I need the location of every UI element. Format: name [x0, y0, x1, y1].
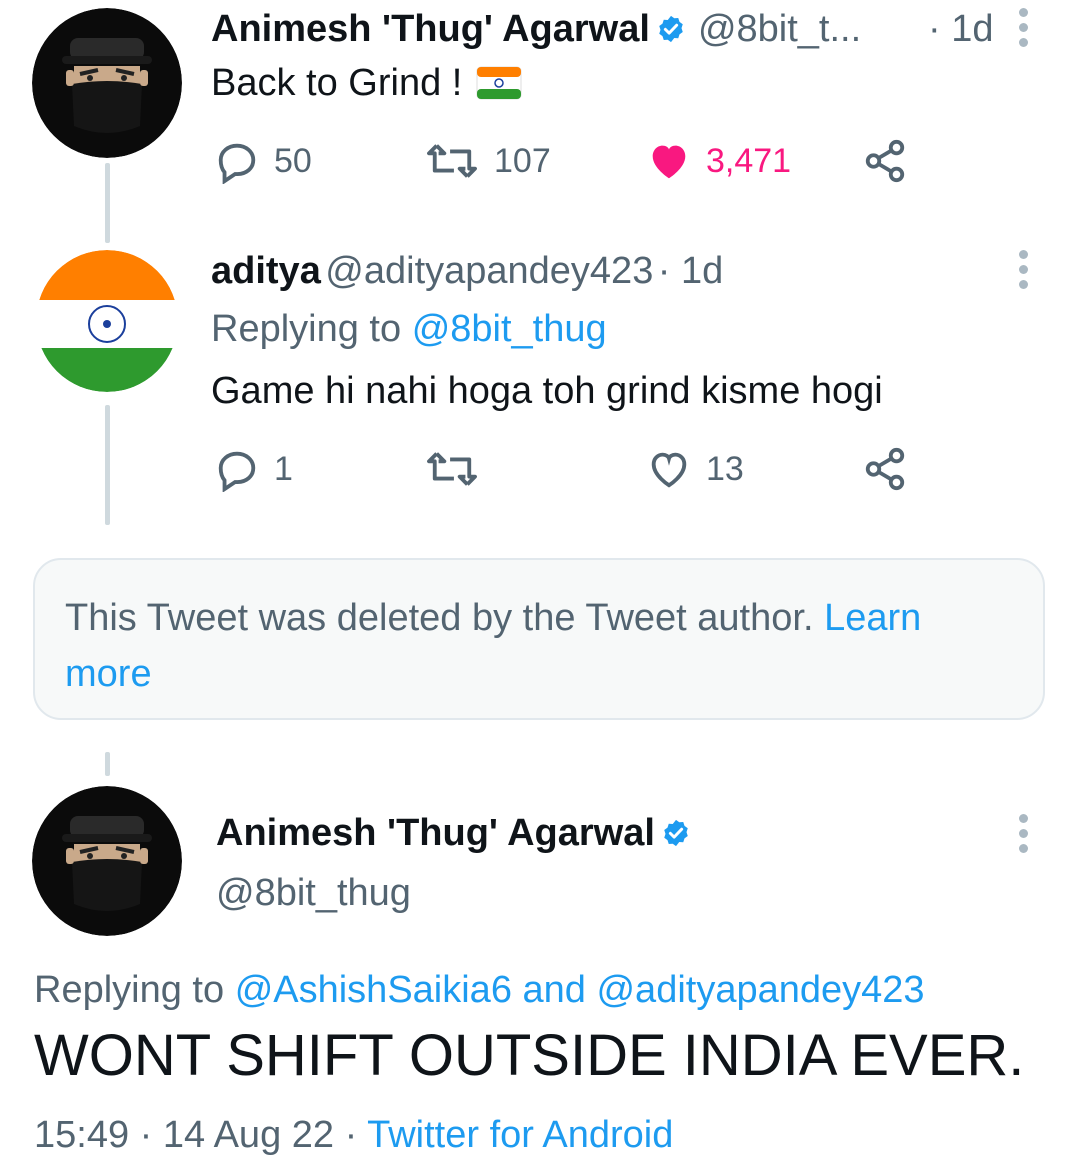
reply-button[interactable]: 1 [214, 446, 293, 492]
heart-icon [651, 452, 687, 488]
verified-badge-icon [659, 15, 683, 43]
replying-to: Replying to @AshishSaikia6 and @adityapa… [34, 969, 925, 1011]
share-icon [865, 447, 905, 491]
tweet-timestamp: 15:49 · 14 Aug 22 · Twitter for Android [34, 1114, 674, 1156]
reply-count: 1 [274, 449, 293, 488]
tweet-text: Back to Grind ! [211, 60, 522, 106]
retweet-icon [427, 144, 477, 178]
learn-more-link[interactable]: more [65, 653, 152, 695]
display-name[interactable]: aditya [211, 250, 321, 292]
avatar-thug-icon [32, 8, 182, 158]
retweet-button[interactable] [424, 446, 494, 492]
retweet-icon [427, 452, 477, 486]
tweet-header: Animesh 'Thug' Agarwal @8bit_t... [211, 6, 861, 52]
share-icon [865, 139, 905, 183]
share-button[interactable] [862, 446, 908, 497]
timestamp[interactable]: · 1d [928, 6, 993, 52]
deleted-tweet-notice: This Tweet was deleted by the Tweet auth… [33, 558, 1045, 720]
heart-filled-icon [652, 145, 686, 179]
retweet-button[interactable]: 107 [424, 138, 551, 184]
tweet-header: aditya @adityapandey423 · 1d [211, 248, 723, 302]
thread-line [105, 405, 110, 525]
reply-count: 50 [274, 141, 312, 180]
deleted-notice-text: This Tweet was deleted by the Tweet auth… [65, 597, 814, 639]
handle[interactable]: @adityapandey423 [325, 250, 653, 292]
tweet-text: WONT SHIFT OUTSIDE INDIA EVER. [34, 1023, 1025, 1088]
retweet-count: 107 [494, 141, 551, 180]
avatar[interactable] [32, 786, 182, 936]
tweet-text: Game hi nahi hoga toh grind kisme hogi [211, 370, 883, 412]
like-count: 13 [706, 449, 744, 488]
display-name[interactable]: Animesh 'Thug' Agarwal [211, 8, 650, 51]
handle[interactable]: @8bit_t... [698, 8, 861, 51]
tweet-header: Animesh 'Thug' Agarwal [216, 810, 691, 856]
learn-more-link[interactable]: Learn [824, 597, 921, 639]
mention-link[interactable]: @AshishSaikia6 [235, 969, 512, 1011]
mention-link[interactable]: @adityapandey423 [596, 969, 924, 1011]
thread-line [105, 752, 110, 776]
verified-badge-icon [664, 819, 688, 847]
like-button[interactable]: 3,471 [646, 138, 791, 184]
timestamp[interactable]: · 1d [658, 250, 723, 292]
display-name[interactable]: Animesh 'Thug' Agarwal [216, 812, 655, 855]
reply-icon [218, 451, 256, 492]
reply-button[interactable]: 50 [214, 138, 312, 184]
india-flag-icon [476, 66, 522, 100]
avatar[interactable] [32, 8, 182, 158]
avatar-thug-icon [32, 786, 182, 936]
like-count: 3,471 [706, 141, 792, 180]
replying-to: Replying to @8bit_thug [211, 308, 607, 350]
more-options-icon[interactable] [1019, 8, 1029, 47]
like-button[interactable]: 13 [646, 446, 744, 492]
share-button[interactable] [862, 138, 908, 189]
reply-icon [218, 143, 256, 184]
thread-line [105, 163, 110, 243]
mention-link[interactable]: @8bit_thug [412, 308, 607, 350]
india-flag-avatar-icon [36, 250, 178, 392]
tweet-source-link[interactable]: Twitter for Android [367, 1114, 673, 1156]
more-options-icon[interactable] [1019, 250, 1029, 289]
handle[interactable]: @8bit_thug [216, 870, 411, 916]
avatar[interactable] [36, 250, 178, 392]
more-options-icon[interactable] [1019, 814, 1029, 853]
